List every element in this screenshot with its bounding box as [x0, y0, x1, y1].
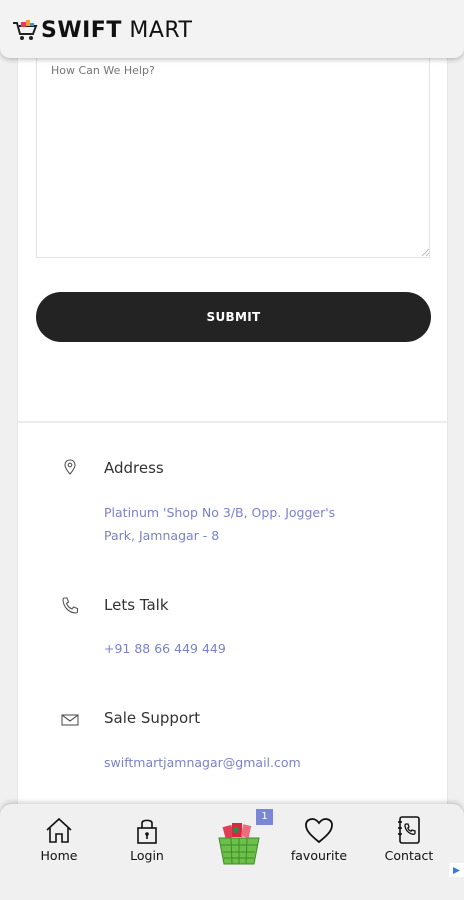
lock-icon — [137, 819, 157, 844]
nav-login[interactable]: Login — [126, 816, 168, 863]
support-email-link[interactable]: swiftmartjamnagar@gmail.com — [104, 751, 374, 774]
address-value[interactable]: Platinum 'Shop No 3/B, Opp. Jogger's Par… — [104, 501, 374, 547]
home-icon — [46, 817, 72, 843]
bottom-navigation: Home Login 1 favourite Contact — [0, 804, 464, 900]
phone-icon — [62, 597, 79, 614]
address-title: Address — [104, 459, 164, 477]
app-header: SWIFT MART — [0, 0, 464, 58]
contact-book-icon — [398, 816, 420, 844]
talk-section: Lets Talk +91 88 66 449 449 — [58, 596, 388, 666]
location-pin-icon — [64, 459, 76, 475]
swift-mart-logo[interactable]: SWIFT MART — [12, 18, 193, 44]
message-textarea[interactable] — [36, 54, 430, 258]
nav-home-label: Home — [40, 848, 78, 863]
cart-count-badge: 1 — [256, 809, 273, 825]
resize-grip-icon[interactable] — [418, 245, 430, 257]
support-title: Sale Support — [104, 709, 201, 727]
nav-contact-label: Contact — [384, 848, 434, 863]
address-line-1: Platinum 'Shop No 3/B, Opp. Jogger's — [104, 505, 336, 520]
heart-icon — [305, 818, 333, 844]
nav-login-label: Login — [130, 848, 164, 863]
logo-bold-text: SWIFT — [41, 18, 122, 43]
support-section: Sale Support swiftmartjamnagar@gmail.com — [58, 709, 388, 779]
shopping-basket-icon — [218, 823, 260, 865]
nav-home[interactable]: Home — [38, 816, 80, 863]
ad-choices-icon[interactable] — [449, 863, 464, 877]
logo-text: SWIFT MART — [41, 18, 193, 44]
address-section: Address Platinum 'Shop No 3/B, Opp. Jogg… — [58, 459, 388, 549]
nav-contact[interactable]: Contact — [382, 816, 436, 863]
mail-icon — [61, 714, 79, 726]
shopping-cart-logo-icon — [13, 20, 38, 40]
logo-regular-text: MART — [129, 18, 193, 43]
address-line-2: Park, Jamnagar - 8 — [104, 528, 220, 543]
section-divider — [18, 421, 447, 423]
nav-cart[interactable] — [215, 820, 263, 870]
nav-favourite[interactable]: favourite — [288, 816, 350, 863]
nav-favourite-label: favourite — [290, 848, 348, 863]
phone-number-link[interactable]: +91 88 66 449 449 — [104, 637, 374, 660]
contact-card: SUBMIT Address Platinum 'Shop No 3/B, Op… — [17, 40, 448, 830]
submit-button[interactable]: SUBMIT — [36, 292, 431, 342]
talk-title: Lets Talk — [104, 596, 169, 614]
